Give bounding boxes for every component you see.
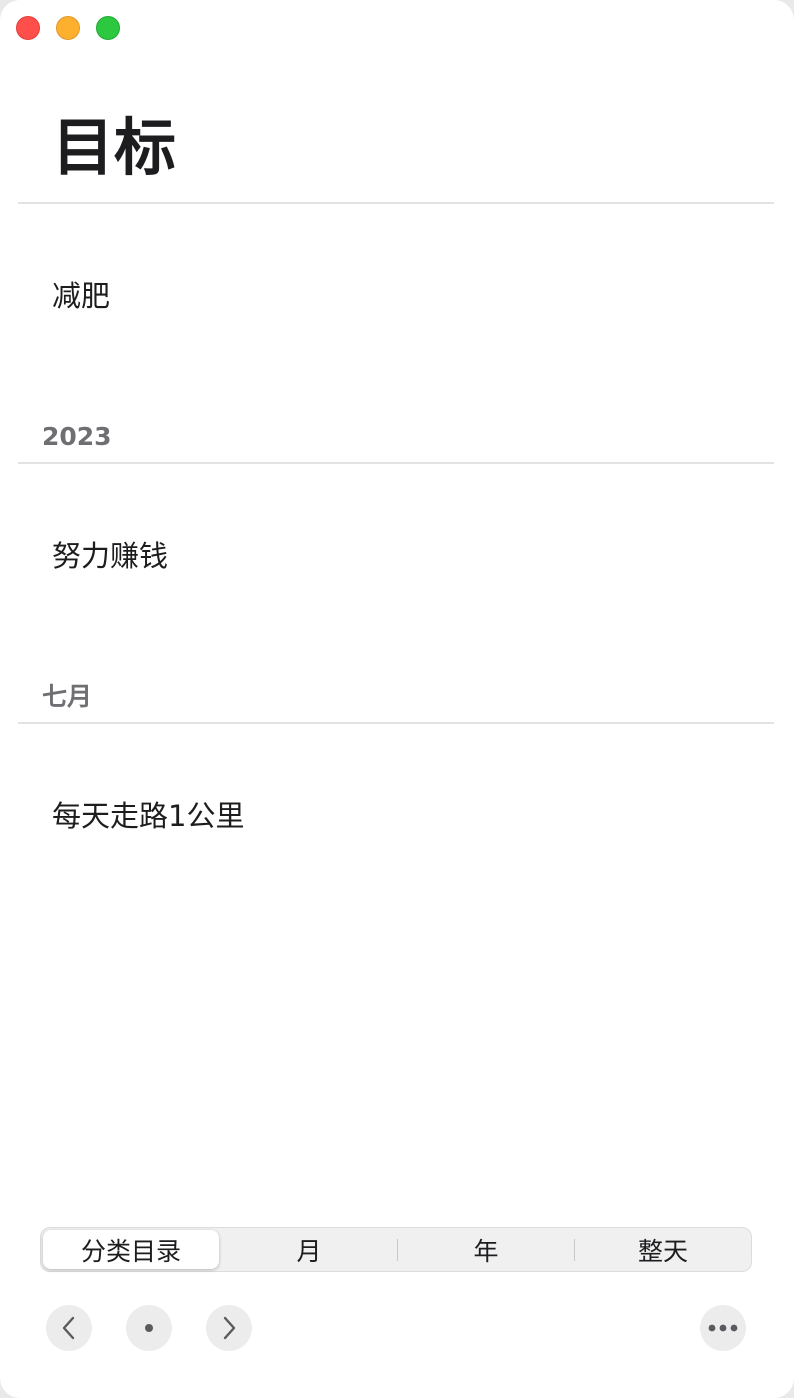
segment-all-day[interactable]: 整天 [575, 1228, 751, 1271]
section-header-month: 七月 [42, 682, 93, 711]
previous-button[interactable] [46, 1305, 92, 1351]
goal-item[interactable]: 每天走路1公里 [52, 796, 244, 836]
section-header-year: 2023 [42, 422, 112, 451]
segment-month[interactable]: 月 [221, 1228, 397, 1271]
minimize-window-button[interactable] [56, 16, 80, 40]
chevron-right-icon [223, 1316, 236, 1340]
goal-item[interactable]: 减肥 [52, 276, 110, 316]
segment-category[interactable]: 分类目录 [43, 1230, 219, 1269]
app-window: 目标 减肥 2023 努力赚钱 七月 每天走路1公里 分类目录 月 年 整天 [0, 0, 794, 1398]
dot-icon [145, 1324, 153, 1332]
chevron-left-icon [62, 1316, 75, 1340]
next-button[interactable] [206, 1305, 252, 1351]
ellipsis-icon [708, 1324, 738, 1332]
maximize-window-button[interactable] [96, 16, 120, 40]
more-options-button[interactable] [700, 1305, 746, 1351]
page-title: 目标 [52, 111, 177, 184]
section-divider [18, 462, 774, 464]
goal-item[interactable]: 努力赚钱 [52, 536, 168, 576]
section-divider [18, 722, 774, 724]
window-controls [16, 16, 120, 40]
segment-year[interactable]: 年 [398, 1228, 574, 1271]
today-button[interactable] [126, 1305, 172, 1351]
close-window-button[interactable] [16, 16, 40, 40]
title-divider [18, 202, 774, 204]
view-segmented-control: 分类目录 月 年 整天 [40, 1227, 752, 1272]
